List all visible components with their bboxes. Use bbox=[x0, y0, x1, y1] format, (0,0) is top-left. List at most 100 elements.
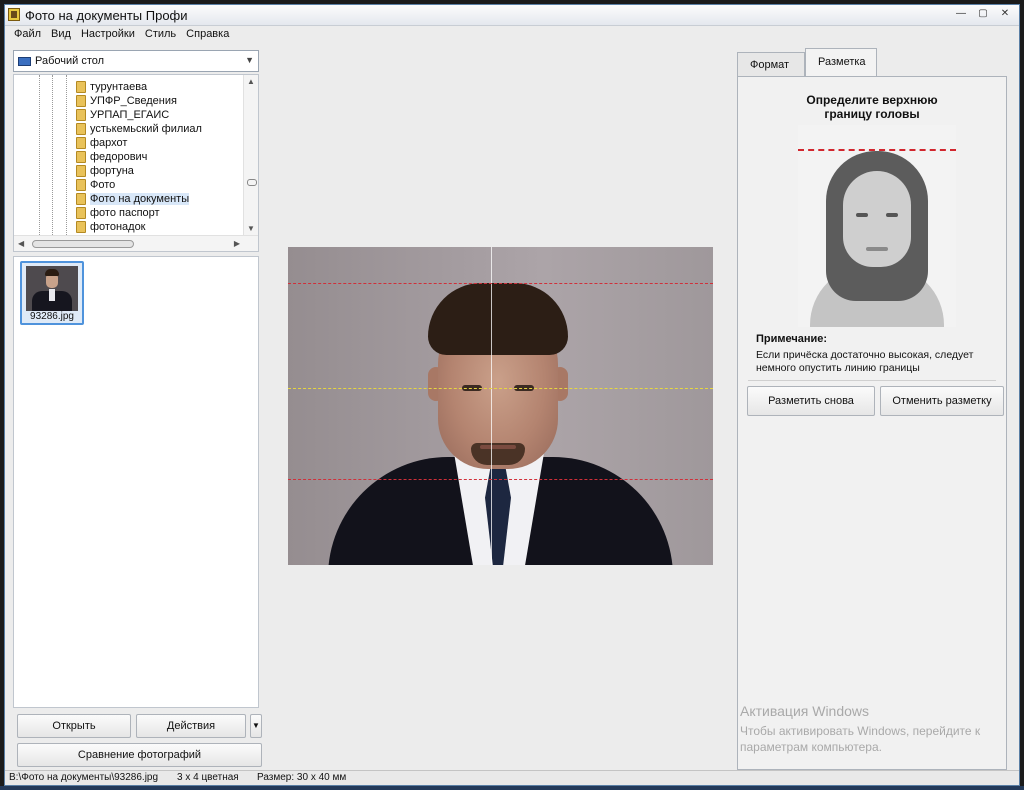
desktop-icon bbox=[18, 57, 31, 66]
open-button[interactable]: Открыть bbox=[17, 714, 131, 738]
tree-item-folder[interactable]: устькемьский филиал bbox=[76, 122, 202, 136]
instruction-title-line: границу головы bbox=[824, 107, 920, 121]
folder-combo[interactable]: Рабочий стол ▼ bbox=[13, 50, 259, 72]
thumbnail-image bbox=[26, 266, 78, 311]
chin-guide-line[interactable] bbox=[288, 479, 713, 480]
tree-item-label: устькемьский филиал bbox=[90, 123, 202, 135]
folder-icon bbox=[76, 193, 86, 205]
note-label: Примечание: bbox=[756, 333, 828, 345]
tree-item-label: Фото на документы bbox=[90, 193, 190, 205]
tab-format[interactable]: Формат bbox=[737, 52, 805, 76]
tree-item-label: фортуна bbox=[90, 165, 134, 177]
tree-vertical-scrollbar[interactable]: ▲ ▼ bbox=[243, 75, 258, 235]
actions-dropdown-icon[interactable]: ▼ bbox=[250, 714, 262, 738]
status-size: Размер: 30 x 40 мм bbox=[257, 772, 347, 783]
markup-panel: Определите верхнюю границу головы Примеч… bbox=[737, 76, 1007, 770]
menu-help[interactable]: Справка bbox=[181, 26, 234, 42]
folder-icon bbox=[76, 109, 86, 121]
tree-item-label: турунтаева bbox=[90, 81, 148, 93]
folder-icon bbox=[76, 95, 86, 107]
tree-item-folder[interactable]: фотонадок bbox=[76, 220, 146, 234]
title-bar: Фото на документы Профи — ▢ ✕ bbox=[5, 5, 1019, 26]
instruction-title: Определите верхнюю границу головы bbox=[738, 93, 1006, 121]
activation-watermark-title: Активация Windows bbox=[740, 703, 870, 719]
tree-item-label: фото паспорт bbox=[90, 207, 160, 219]
folder-icon bbox=[76, 207, 86, 219]
tree-item-folder[interactable]: фархот bbox=[76, 136, 127, 150]
tree-item-folder[interactable]: фортуна bbox=[76, 164, 134, 178]
tree-guide-line bbox=[52, 75, 53, 235]
tree-item-selected[interactable]: Фото на документы bbox=[76, 192, 190, 206]
tree-item-folder[interactable]: УПФР_Сведения bbox=[76, 94, 177, 108]
menu-bar: Файл Вид Настройки Стиль Справка bbox=[5, 26, 1019, 42]
note-line: Если причёска достаточно высокая, следуе… bbox=[756, 349, 974, 361]
scroll-thumb[interactable] bbox=[32, 240, 134, 248]
tree-horizontal-scrollbar[interactable]: ◀ ▶ bbox=[14, 235, 258, 251]
status-path: B:\Фото на документы\93286.jpg bbox=[9, 772, 159, 783]
tree-guide-line bbox=[66, 75, 67, 235]
tab-markup[interactable]: Разметка bbox=[805, 48, 877, 76]
folder-icon bbox=[76, 179, 86, 191]
cancel-markup-button[interactable]: Отменить разметку bbox=[880, 386, 1004, 416]
photo-canvas[interactable] bbox=[288, 247, 713, 565]
thumbnail-filename: 93286.jpg bbox=[30, 311, 74, 322]
actions-button[interactable]: Действия bbox=[136, 714, 246, 738]
watermark-line: параметрам компьютера. bbox=[740, 740, 882, 754]
scroll-down-icon[interactable]: ▼ bbox=[247, 224, 255, 233]
app-window: Фото на документы Профи — ▢ ✕ Файл Вид Н… bbox=[4, 4, 1020, 786]
left-panel: Рабочий стол ▼ турунтаева УПФР_Сведения … bbox=[13, 46, 262, 772]
tree-item-folder[interactable]: федорович bbox=[76, 150, 147, 164]
folder-icon bbox=[76, 151, 86, 163]
folder-icon bbox=[76, 221, 86, 233]
folder-icon bbox=[76, 123, 86, 135]
tree-item-label: фархот bbox=[90, 137, 128, 149]
note-line: немного опустить линию границы bbox=[756, 362, 920, 374]
tree-item-label: фотонадок bbox=[90, 221, 146, 233]
tree-guide-line bbox=[39, 75, 40, 235]
folder-icon bbox=[76, 137, 86, 149]
folder-tree: турунтаева УПФР_Сведения УРПАП_ЕГАИС уст… bbox=[13, 74, 259, 252]
menu-file[interactable]: Файл bbox=[9, 26, 46, 42]
scroll-left-icon[interactable]: ◀ bbox=[18, 239, 24, 248]
tree-item-folder[interactable]: турунтаева bbox=[76, 80, 147, 94]
status-format: 3 x 4 цветная bbox=[177, 772, 239, 783]
folder-icon bbox=[76, 81, 86, 93]
scroll-thumb[interactable] bbox=[247, 179, 257, 186]
menu-style[interactable]: Стиль bbox=[140, 26, 181, 42]
restore-button[interactable]: ▢ bbox=[973, 7, 993, 21]
minimize-button[interactable]: — bbox=[951, 7, 971, 21]
window-title: Фото на документы Профи bbox=[25, 8, 188, 23]
scroll-up-icon[interactable]: ▲ bbox=[247, 77, 255, 86]
sample-guide-line bbox=[798, 149, 956, 151]
note-text: Если причёска достаточно высокая, следуе… bbox=[756, 349, 996, 375]
scroll-right-icon[interactable]: ▶ bbox=[234, 239, 240, 248]
chevron-down-icon[interactable]: ▼ bbox=[245, 55, 254, 65]
tree-item-label: УПФР_Сведения bbox=[90, 95, 177, 107]
folder-combo-value: Рабочий стол bbox=[35, 55, 105, 67]
taskbar bbox=[0, 786, 1024, 790]
remark-again-button[interactable]: Разметить снова bbox=[747, 386, 875, 416]
menu-view[interactable]: Вид bbox=[46, 26, 76, 42]
center-guide-line[interactable] bbox=[491, 247, 492, 565]
instruction-title-line: Определите верхнюю bbox=[806, 93, 938, 107]
tree-item-label: УРПАП_ЕГАИС bbox=[90, 109, 170, 121]
status-bar: B:\Фото на документы\93286.jpg 3 x 4 цве… bbox=[5, 770, 1019, 785]
menu-settings[interactable]: Настройки bbox=[76, 26, 140, 42]
tree-item-label: Фото bbox=[90, 179, 116, 191]
head-top-guide-line[interactable] bbox=[288, 283, 713, 284]
compare-photos-button[interactable]: Сравнение фотографий bbox=[17, 743, 262, 767]
app-icon bbox=[8, 8, 20, 21]
tree-item-label: федорович bbox=[90, 151, 148, 163]
activation-watermark-text: Чтобы активировать Windows, перейдите к … bbox=[740, 723, 1000, 755]
divider bbox=[748, 380, 996, 381]
folder-icon bbox=[76, 165, 86, 177]
thumbnail-item[interactable]: 93286.jpg bbox=[20, 261, 84, 325]
tree-item-folder[interactable]: Фото bbox=[76, 178, 115, 192]
tree-item-folder[interactable]: фото паспорт bbox=[76, 206, 160, 220]
eye-level-guide-line[interactable] bbox=[288, 388, 713, 389]
tree-item-folder[interactable]: УРПАП_ЕГАИС bbox=[76, 108, 169, 122]
watermark-line: Чтобы активировать Windows, перейдите к bbox=[740, 724, 981, 738]
thumbnail-list: 93286.jpg bbox=[13, 256, 259, 708]
close-button[interactable]: ✕ bbox=[995, 7, 1015, 21]
sample-portrait bbox=[798, 125, 956, 327]
